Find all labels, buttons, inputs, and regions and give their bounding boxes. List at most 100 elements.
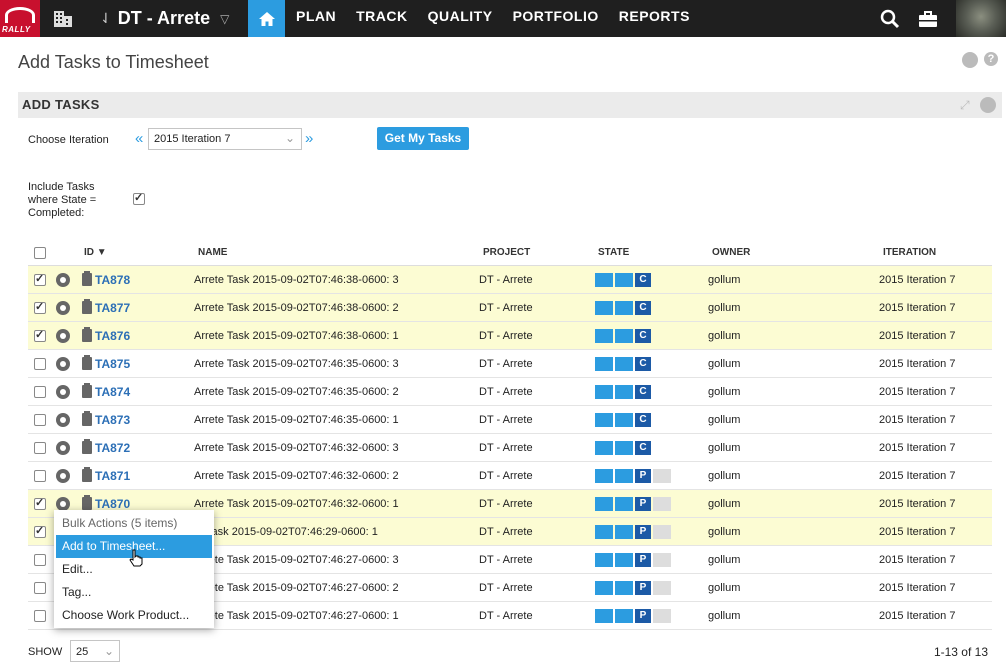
table-row[interactable]: TA878 Arrete Task 2015-09-02T07:46:38-060…: [28, 266, 992, 294]
task-owner: gollum: [708, 302, 741, 314]
task-id-link[interactable]: TA875: [95, 357, 130, 371]
nav-plan[interactable]: PLAN: [286, 0, 346, 37]
pin-icon: ⇃: [100, 10, 112, 26]
row-gear-icon[interactable]: [56, 273, 70, 287]
table-row[interactable]: TA873 Arrete Task 2015-09-02T07:46:35-060…: [28, 406, 992, 434]
row-checkbox[interactable]: [34, 470, 46, 482]
row-checkbox[interactable]: [34, 496, 46, 510]
state-indicator[interactable]: P: [595, 525, 673, 539]
next-iteration-button[interactable]: »: [305, 130, 313, 147]
col-state[interactable]: STATE: [598, 247, 629, 258]
include-completed-checkbox[interactable]: [133, 191, 145, 205]
row-checkbox[interactable]: [34, 272, 46, 286]
state-indicator[interactable]: C: [595, 301, 653, 315]
row-checkbox[interactable]: [34, 524, 46, 538]
row-checkbox[interactable]: [34, 610, 46, 622]
search-icon[interactable]: [880, 9, 900, 29]
table-row[interactable]: TA877 Arrete Task 2015-09-02T07:46:38-060…: [28, 294, 992, 322]
task-iteration: 2015 Iteration 7: [879, 302, 956, 314]
task-owner: gollum: [708, 442, 741, 454]
state-indicator[interactable]: P: [595, 553, 673, 567]
col-owner[interactable]: OWNER: [712, 247, 750, 258]
row-gear-icon[interactable]: [56, 357, 70, 371]
task-id-link[interactable]: TA870: [95, 497, 130, 511]
table-row[interactable]: TA872 Arrete Task 2015-09-02T07:46:32-060…: [28, 434, 992, 462]
row-gear-icon[interactable]: [56, 441, 70, 455]
get-my-tasks-button[interactable]: Get My Tasks: [377, 127, 469, 150]
row-gear-icon[interactable]: [56, 385, 70, 399]
task-icon: [82, 327, 92, 342]
row-gear-icon[interactable]: [56, 413, 70, 427]
state-indicator[interactable]: P: [595, 497, 673, 511]
task-icon: [82, 299, 92, 314]
row-checkbox[interactable]: [34, 442, 46, 454]
row-checkbox[interactable]: [34, 328, 46, 342]
state-indicator[interactable]: P: [595, 609, 673, 623]
state-indicator[interactable]: C: [595, 273, 653, 287]
task-id-link[interactable]: TA876: [95, 329, 130, 343]
task-id-link[interactable]: TA878: [95, 273, 130, 287]
nav-quality[interactable]: QUALITY: [418, 0, 503, 37]
task-project: DT - Arrete: [479, 358, 533, 370]
expand-icon[interactable]: ⤢: [960, 98, 974, 112]
table-row[interactable]: TA875 Arrete Task 2015-09-02T07:46:35-060…: [28, 350, 992, 378]
task-name: Arrete Task 2015-09-02T07:46:38-0600: 3: [194, 274, 399, 286]
task-iteration: 2015 Iteration 7: [879, 610, 956, 622]
user-avatar[interactable]: [956, 0, 1006, 37]
row-checkbox[interactable]: [34, 554, 46, 566]
row-checkbox[interactable]: [34, 358, 46, 370]
panel-gear-icon[interactable]: [980, 97, 996, 113]
nav-reports[interactable]: REPORTS: [609, 0, 700, 37]
task-id-link[interactable]: TA871: [95, 469, 130, 483]
state-indicator[interactable]: P: [595, 581, 673, 595]
page-size-select[interactable]: 25 ⌄: [70, 640, 120, 662]
menu-choose-work-product[interactable]: Choose Work Product...: [54, 604, 214, 627]
briefcase-icon[interactable]: [918, 9, 938, 29]
state-indicator[interactable]: C: [595, 357, 653, 371]
table-row[interactable]: TA871 Arrete Task 2015-09-02T07:46:32-060…: [28, 462, 992, 490]
task-iteration: 2015 Iteration 7: [879, 358, 956, 370]
iteration-select[interactable]: 2015 Iteration 7 ⌄: [148, 128, 302, 150]
state-seg-progress: [615, 441, 633, 455]
state-indicator[interactable]: C: [595, 385, 653, 399]
row-gear-icon[interactable]: [56, 301, 70, 315]
row-checkbox[interactable]: [34, 414, 46, 426]
task-id-link[interactable]: TA877: [95, 301, 130, 315]
row-gear-icon[interactable]: [56, 329, 70, 343]
prev-iteration-button[interactable]: «: [135, 130, 143, 147]
project-picker[interactable]: ⇃ DT - Arrete ▽: [100, 0, 229, 37]
state-indicator[interactable]: C: [595, 329, 653, 343]
col-iteration[interactable]: ITERATION: [883, 247, 936, 258]
rally-logo[interactable]: RALLY: [0, 0, 40, 37]
table-row[interactable]: TA874 Arrete Task 2015-09-02T07:46:35-060…: [28, 378, 992, 406]
task-id-link[interactable]: TA874: [95, 385, 130, 399]
task-id-link[interactable]: TA872: [95, 441, 130, 455]
page-gear-icon[interactable]: [962, 52, 978, 68]
row-gear-icon[interactable]: [56, 497, 70, 511]
chevron-down-icon: ▽: [220, 11, 230, 26]
menu-tag[interactable]: Tag...: [54, 581, 214, 604]
task-id-link[interactable]: TA873: [95, 413, 130, 427]
home-tab[interactable]: [248, 0, 285, 37]
col-project[interactable]: PROJECT: [483, 247, 530, 258]
state-indicator[interactable]: C: [595, 413, 653, 427]
bulk-actions-title: Bulk Actions (5 items): [62, 516, 178, 530]
col-id[interactable]: ID ▼: [84, 247, 107, 258]
state-indicator[interactable]: C: [595, 441, 653, 455]
state-seg-progress: [615, 301, 633, 315]
task-iteration: 2015 Iteration 7: [879, 554, 956, 566]
building-icon[interactable]: [53, 9, 73, 27]
help-icon[interactable]: ?: [984, 52, 998, 66]
project-name: DT - Arrete: [117, 8, 211, 28]
table-row[interactable]: TA876 Arrete Task 2015-09-02T07:46:38-060…: [28, 322, 992, 350]
row-checkbox[interactable]: [34, 386, 46, 398]
nav-track[interactable]: TRACK: [346, 0, 418, 37]
state-indicator[interactable]: P: [595, 469, 673, 483]
grid-header: ID ▼ NAME PROJECT STATE OWNER ITERATION: [28, 242, 992, 266]
row-checkbox[interactable]: [34, 582, 46, 594]
col-name[interactable]: NAME: [198, 247, 227, 258]
row-gear-icon[interactable]: [56, 469, 70, 483]
row-checkbox[interactable]: [34, 300, 46, 314]
select-all-checkbox[interactable]: [34, 247, 46, 259]
nav-portfolio[interactable]: PORTFOLIO: [503, 0, 609, 37]
